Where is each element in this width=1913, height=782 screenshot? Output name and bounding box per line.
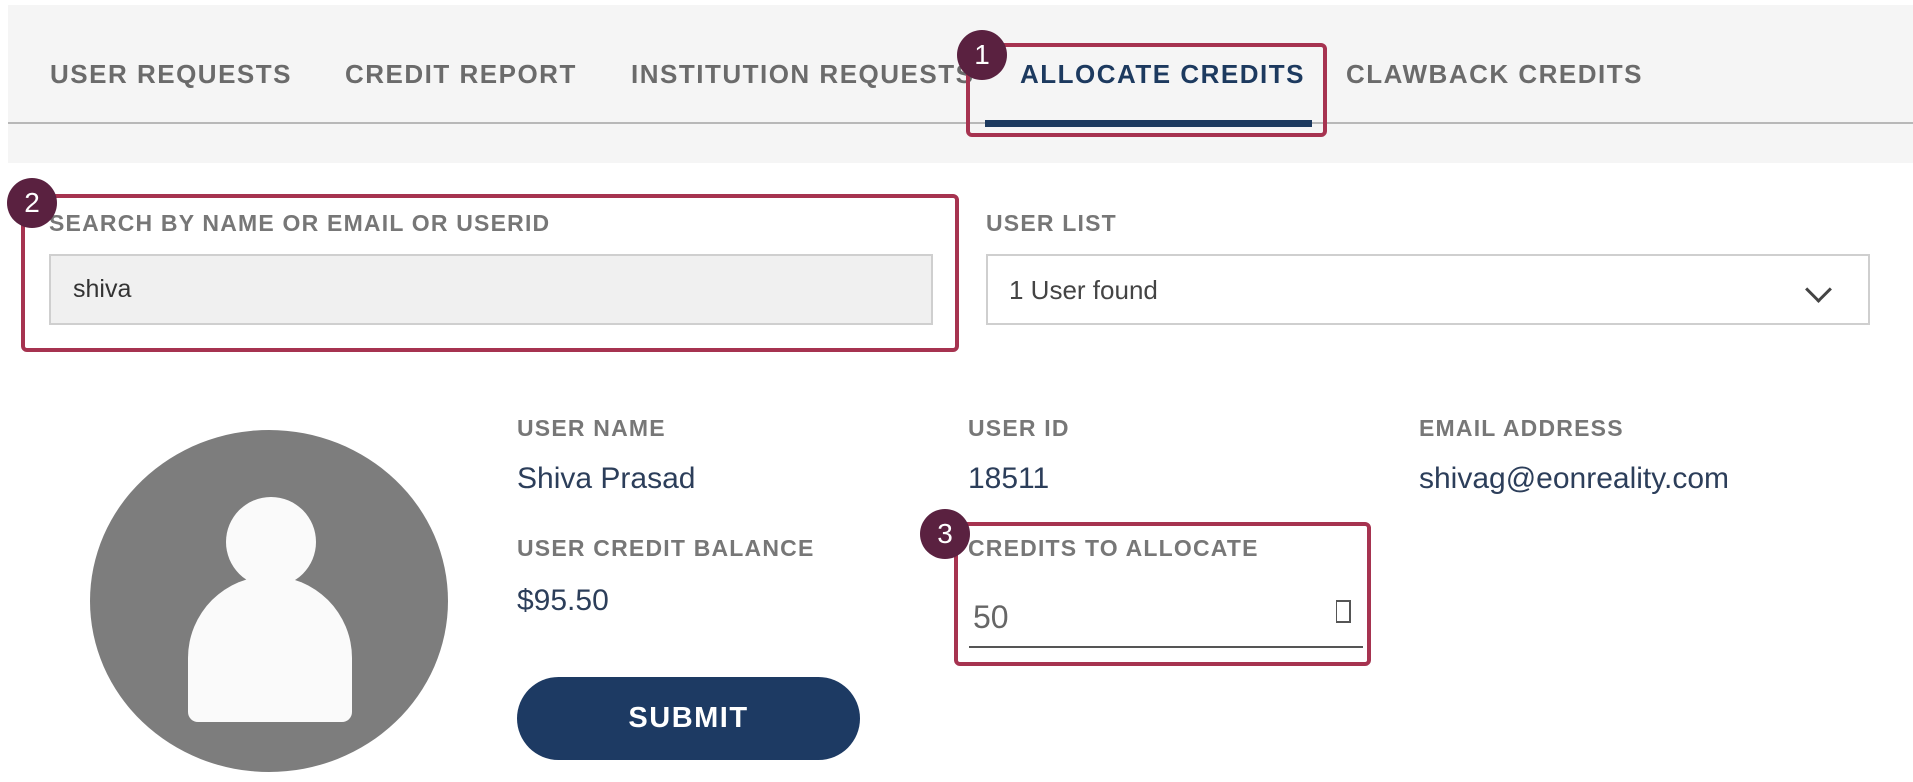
submit-button[interactable]: SUBMIT	[517, 677, 860, 760]
email-label: EMAIL ADDRESS	[1419, 415, 1624, 441]
user-list-label: USER LIST	[986, 210, 1117, 236]
user-name-label: USER NAME	[517, 415, 666, 441]
chevron-down-icon	[1805, 276, 1832, 303]
user-avatar-icon	[90, 430, 448, 772]
tab-user-requests[interactable]: USER REQUESTS	[50, 59, 292, 90]
tab-institution-requests[interactable]: INSTITUTION REQUESTS	[631, 59, 974, 90]
user-id-label: USER ID	[968, 415, 1070, 441]
tab-clawback-credits[interactable]: CLAWBACK CREDITS	[1346, 59, 1643, 90]
user-id-value: 18511	[968, 462, 1050, 495]
user-list-selected: 1 User found	[1009, 275, 1158, 305]
callout-badge-1: 1	[957, 30, 1007, 80]
callout-box-3	[954, 522, 1371, 666]
avatar-body	[188, 576, 352, 722]
tab-credit-report[interactable]: CREDIT REPORT	[345, 59, 577, 90]
callout-badge-3: 3	[920, 509, 970, 559]
callout-box-1	[966, 43, 1327, 137]
user-list-select[interactable]: 1 User found	[986, 254, 1870, 325]
callout-box-2	[21, 194, 959, 352]
credit-balance-label: USER CREDIT BALANCE	[517, 535, 815, 561]
user-name-value: Shiva Prasad	[517, 462, 696, 495]
email-value: shivag@eonreality.com	[1419, 462, 1730, 495]
avatar-head	[226, 497, 316, 587]
callout-badge-2: 2	[7, 178, 57, 228]
credit-balance-value: $95.50	[517, 584, 609, 617]
